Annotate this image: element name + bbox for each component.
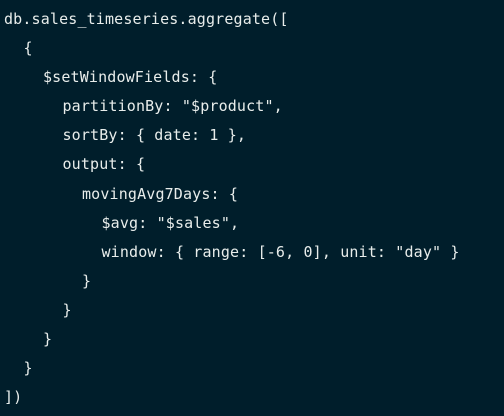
code-line: output: { xyxy=(4,150,504,179)
code-line: window: { range: [-6, 0], unit: "day" } xyxy=(4,238,504,267)
code-text: db.sales_timeseries.aggregate([ xyxy=(4,10,289,28)
code-line: { xyxy=(4,34,504,63)
code-text: } xyxy=(62,300,72,319)
code-line: movingAvg7Days: { xyxy=(4,180,504,209)
code-text: } xyxy=(82,271,92,290)
code-line: db.sales_timeseries.aggregate([ xyxy=(4,5,504,34)
code-text: sortBy: { date: 1 }, xyxy=(62,126,247,145)
code-line: } xyxy=(4,325,504,354)
code-line: $setWindowFields: { xyxy=(4,63,504,92)
code-line: $avg: "$sales", xyxy=(4,209,504,238)
code-text: { xyxy=(23,39,33,58)
code-text: movingAvg7Days: { xyxy=(82,184,239,203)
code-line: } xyxy=(4,296,504,325)
code-line: } xyxy=(4,354,504,383)
code-line: ]) xyxy=(4,383,504,412)
code-text: } xyxy=(23,359,33,378)
code-text: partitionBy: "$product", xyxy=(62,97,283,116)
code-text: $avg: "$sales", xyxy=(101,213,240,232)
code-line: sortBy: { date: 1 }, xyxy=(4,121,504,150)
code-text: } xyxy=(43,330,53,349)
code-text: output: { xyxy=(62,155,146,174)
code-line: } xyxy=(4,267,504,296)
code-text: $setWindowFields: { xyxy=(43,68,218,87)
code-text: ]) xyxy=(4,388,23,407)
code-line: partitionBy: "$product", xyxy=(4,92,504,121)
code-block: db.sales_timeseries.aggregate([ { $setWi… xyxy=(0,0,504,416)
code-text: window: { range: [-6, 0], unit: "day" } xyxy=(101,242,460,261)
